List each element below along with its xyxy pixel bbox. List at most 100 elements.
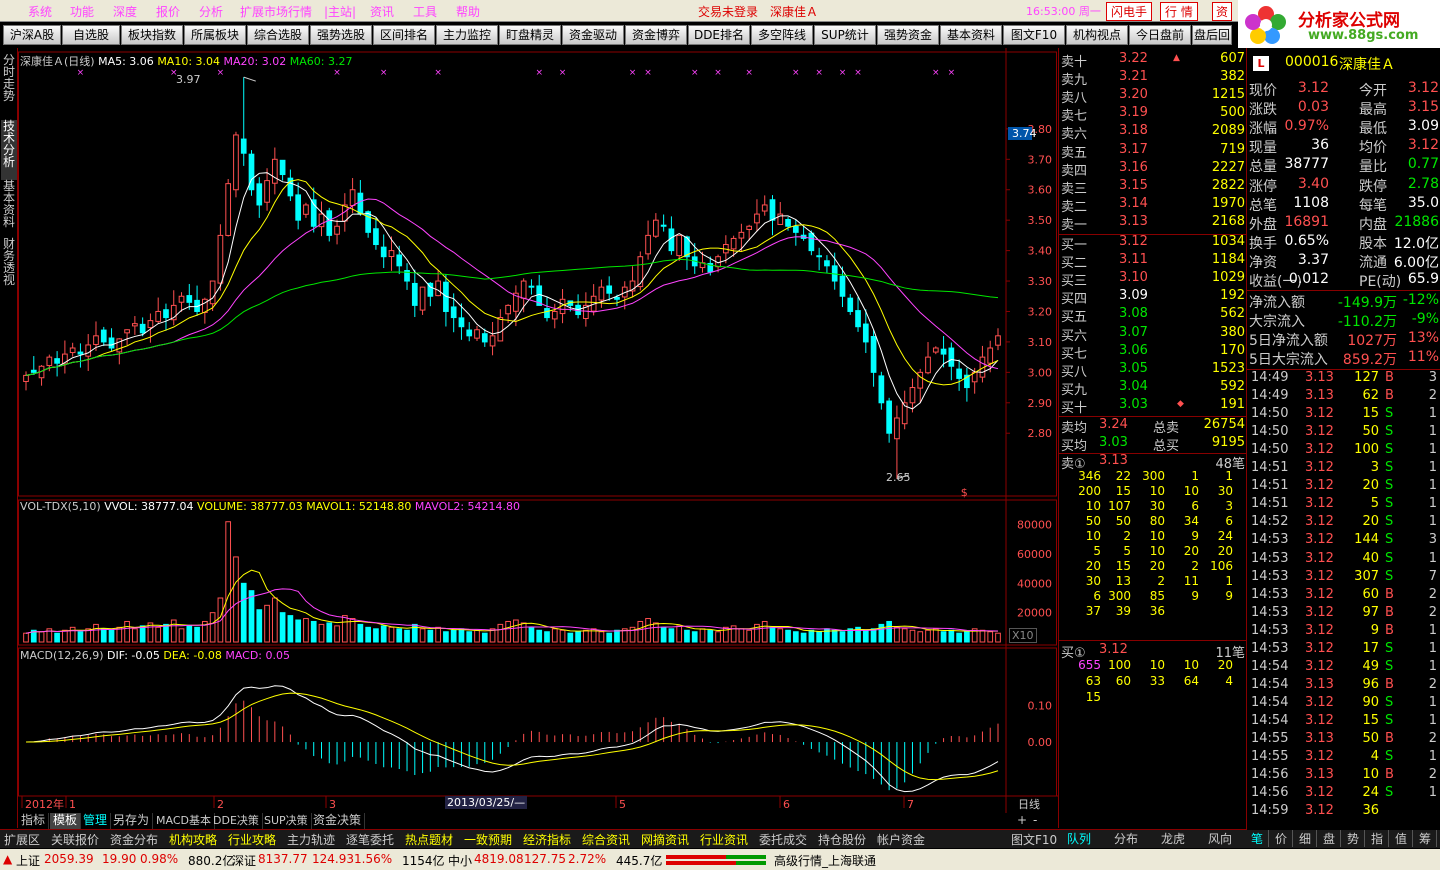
tab-indicator[interactable]: 指标 — [18, 813, 50, 829]
toolbar-button-12[interactable]: 多空阵线 — [751, 25, 813, 45]
detail-tab-4[interactable]: 势 — [1347, 830, 1366, 847]
f10-button[interactable]: 图文F10 — [1011, 831, 1057, 848]
tick-price: 3.12 — [1305, 640, 1334, 656]
menu-analysis[interactable]: 分析 — [199, 3, 223, 20]
func-tab-8[interactable]: 一致预期 — [464, 831, 512, 848]
candle-body — [186, 295, 193, 303]
queue-cell: 33 — [1149, 674, 1165, 688]
tab-manage[interactable]: 管理 — [80, 813, 112, 829]
detail-tab-7[interactable]: 筹 — [1419, 830, 1438, 847]
toolbar-button-4[interactable]: 综合选股 — [247, 25, 309, 45]
detail-tab-1[interactable]: 价 — [1275, 830, 1294, 847]
market-button[interactable]: 行 情 — [1160, 2, 1198, 21]
tick-volume: 9 — [1370, 622, 1379, 638]
func-tab-10[interactable]: 综合资讯 — [582, 831, 630, 848]
func-tab-12[interactable]: 行业资讯 — [700, 831, 748, 848]
period-label[interactable]: 日线 — [1018, 796, 1040, 812]
toolbar-button-15[interactable]: 基本资料 — [940, 25, 1002, 45]
menu-depth[interactable]: 深度 — [113, 3, 137, 20]
func-tab-6[interactable]: 逐笔委托 — [346, 831, 394, 848]
queue-tab-1[interactable]: 分布 — [1114, 830, 1138, 847]
func-tab-15[interactable]: 帐户资金 — [877, 831, 925, 848]
buy-price: 3.05 — [1119, 360, 1148, 376]
detail-tab-0[interactable]: 笔 — [1251, 830, 1270, 847]
tab-template[interactable]: 模板 — [50, 813, 82, 829]
func-tab-7[interactable]: 热点题材 — [405, 831, 453, 848]
toolbar-button-17[interactable]: 机构视点 — [1066, 25, 1128, 45]
zoom-out-button[interactable]: - — [1030, 813, 1040, 829]
stat-label: 现量 — [1249, 140, 1277, 157]
queue-cell: 22 — [1115, 469, 1131, 483]
stat-label: 外盘 — [1249, 216, 1277, 233]
menu-system[interactable]: 系统 — [28, 3, 52, 20]
queue-tab-0[interactable]: 队列 — [1067, 830, 1091, 847]
tab-macd-basic[interactable]: MACD基本 — [153, 813, 215, 829]
toolbar-button-2[interactable]: 板块指数 — [121, 25, 183, 45]
toolbar-button-11[interactable]: DDE排名 — [688, 25, 750, 45]
toolbar-button-16[interactable]: 图文F10 — [1003, 25, 1065, 45]
tick-volume: 5 — [1370, 496, 1379, 512]
menu-news[interactable]: 资讯 — [370, 3, 394, 20]
toolbar-button-10[interactable]: 资金博弈 — [625, 25, 687, 45]
detail-tab-3[interactable]: 盘 — [1323, 830, 1342, 847]
toolbar-button-8[interactable]: 盯盘精灵 — [499, 25, 561, 45]
volume-scale-x10[interactable]: X10 — [1009, 628, 1037, 643]
buy-volume: 1034 — [1211, 234, 1245, 249]
volume-bar — [862, 629, 869, 643]
func-tab-5[interactable]: 主力轨迹 — [287, 831, 335, 848]
toolbar-button-7[interactable]: 主力监控 — [436, 25, 498, 45]
login-status[interactable]: 交易未登录 — [698, 3, 758, 20]
queue-cell: 50 — [1115, 514, 1131, 528]
tab-save-as[interactable]: 另存为 — [110, 813, 154, 829]
flash-trade-button[interactable]: 闪电手 — [1106, 2, 1153, 21]
tab-sup[interactable]: SUP决策 — [261, 813, 312, 829]
func-tab-11[interactable]: 网摘资讯 — [641, 831, 689, 848]
volume-bar — [240, 582, 247, 643]
toolbar-button-5[interactable]: 强势选股 — [310, 25, 372, 45]
menu-main-site[interactable]: |主站| — [324, 3, 356, 20]
toolbar-button-9[interactable]: 资金驱动 — [562, 25, 624, 45]
kline-chart[interactable]: 2.80 2.90 3.00 3.10 3.20 3.30 3.40 3.50 3.60 3.70… — [18, 48, 1058, 813]
menu-help[interactable]: 帮助 — [456, 3, 480, 20]
zoom-in-button[interactable]: + — [1014, 813, 1030, 829]
toolbar-button-18[interactable]: 今日盘前 — [1129, 25, 1191, 45]
func-tab-1[interactable]: 关联报价 — [51, 831, 99, 848]
toolbar-button-14[interactable]: 强势资金 — [877, 25, 939, 45]
func-tab-9[interactable]: 经济指标 — [523, 831, 571, 848]
tick-price: 3.12 — [1305, 460, 1334, 476]
detail-tab-5[interactable]: 指 — [1371, 830, 1390, 847]
toolbar-button-1[interactable]: 自选股 — [62, 25, 120, 45]
func-tab-0[interactable]: 扩展区 — [4, 831, 40, 848]
tab-dde[interactable]: DDE决策 — [210, 813, 263, 829]
tab-technical[interactable]: 技术分析 — [1, 120, 17, 180]
info-button[interactable]: 资 — [1212, 2, 1233, 21]
toolbar-button-0[interactable]: 沪深A股 — [3, 25, 61, 45]
detail-tab-6[interactable]: 值 — [1395, 830, 1414, 847]
queue-cell: 24 — [1217, 529, 1233, 543]
tab-fundamentals[interactable]: 基本资料 — [1, 180, 17, 240]
toolbar-button-19[interactable]: 盘后回 — [1192, 25, 1232, 45]
func-tab-3[interactable]: 机构攻略 — [169, 831, 217, 848]
tab-fund[interactable]: 资金决策 — [310, 813, 366, 829]
func-tab-2[interactable]: 资金分布 — [110, 831, 158, 848]
menu-quote[interactable]: 报价 — [156, 3, 180, 20]
menu-tools[interactable]: 工具 — [413, 3, 437, 20]
stat-label: PE(动) — [1359, 274, 1402, 290]
toolbar-button-3[interactable]: 所属板块 — [184, 25, 246, 45]
func-tab-14[interactable]: 持仓股份 — [818, 831, 866, 848]
menu-ext-market[interactable]: 扩展市场行情 — [240, 3, 312, 20]
detail-tab-2[interactable]: 细 — [1299, 830, 1318, 847]
func-tab-4[interactable]: 行业攻略 — [228, 831, 276, 848]
volume-bar — [256, 609, 263, 643]
volume-bar — [233, 556, 239, 643]
tab-financials[interactable]: 财务透视 — [1, 238, 17, 298]
toolbar-button-13[interactable]: SUP统计 — [814, 25, 876, 45]
queue-tab-3[interactable]: 风向 — [1208, 830, 1232, 847]
menu-function[interactable]: 功能 — [70, 3, 94, 20]
func-tab-13[interactable]: 委托成交 — [759, 831, 807, 848]
volume-bar — [715, 631, 721, 643]
toolbar-button-6[interactable]: 区间排名 — [373, 25, 435, 45]
candle-body — [233, 134, 239, 191]
queue-tab-2[interactable]: 龙虎 — [1161, 830, 1185, 847]
tab-intraday[interactable]: 分时走势 — [1, 54, 17, 114]
